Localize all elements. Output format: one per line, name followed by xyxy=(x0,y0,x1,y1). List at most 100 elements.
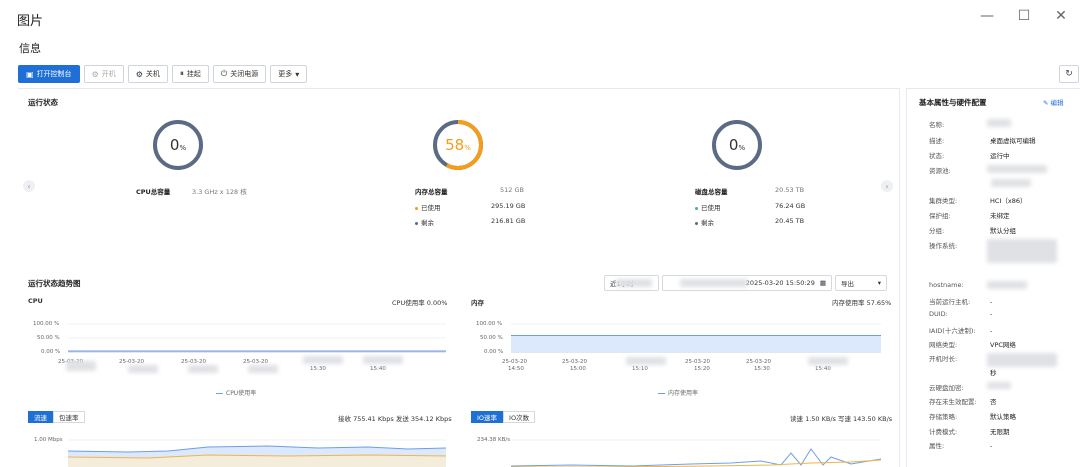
property-key: 分组: xyxy=(929,227,945,235)
io-tabs: IO速率 IO次数 xyxy=(471,411,536,423)
memory-free-value: 216.81 GB xyxy=(491,217,526,225)
property-value: 秒 xyxy=(990,369,997,377)
refresh-button[interactable]: ↻ xyxy=(1059,65,1079,83)
property-value: - xyxy=(990,327,993,335)
property-row: 存储策略: 默认策略 xyxy=(929,411,1079,421)
cpu-chart-title: CPU xyxy=(28,297,43,305)
memory-used-value: 295.19 GB xyxy=(491,202,526,210)
suspend-button[interactable]: ⏸ 挂起 xyxy=(171,65,209,83)
tab-io-count[interactable]: IO次数 xyxy=(503,411,536,423)
property-key: 集群类型: xyxy=(929,197,958,205)
memory-total-value: 512 GB xyxy=(500,186,524,194)
disk-total-label: 磁盘总容量 xyxy=(695,188,728,196)
property-key: 保护组: xyxy=(929,212,951,220)
property-key: IAID(十六进制): xyxy=(929,327,976,335)
property-row xyxy=(929,269,1079,277)
properties-panel: 基本属性与硬件配置 ✎ 编辑 名称: 描述: 桌面虚拟可编辑 状态: 运行中 资源池: 集群… xyxy=(906,88,1080,467)
cpu-total-label: CPU总容量 xyxy=(136,188,171,196)
redacted-area xyxy=(987,353,1057,367)
suspend-label: 挂起 xyxy=(186,70,201,78)
prev-arrow-icon[interactable]: ‹ xyxy=(23,180,35,192)
power-on-button[interactable]: ⚙ 开机 xyxy=(83,65,124,83)
disk-used-label: 已使用 xyxy=(695,202,721,212)
property-key: 状态: xyxy=(929,152,945,160)
redacted-area xyxy=(616,279,652,287)
redacted-area xyxy=(188,365,218,373)
redacted-area xyxy=(808,357,848,365)
property-value: HCI（x86） xyxy=(990,197,1027,205)
property-key: hostname: xyxy=(929,281,964,289)
shutdown-button[interactable]: ⚙ 关机 xyxy=(127,65,168,83)
property-key: 开机时长: xyxy=(929,355,958,363)
memory-x-time: 14:50 xyxy=(508,366,524,372)
cpu-x-time: 15:40 xyxy=(370,366,386,372)
status-title: 运行状态 xyxy=(28,98,58,107)
cpu-gauge: 0% xyxy=(151,118,205,172)
open-console-button[interactable]: ▣ 打开控制台 xyxy=(18,65,80,83)
disk-free-value: 20.45 TB xyxy=(775,217,805,225)
memory-total-label: 内存总容量 xyxy=(415,188,448,196)
title-bar: 图片 — ☐ ✕ xyxy=(0,0,1080,34)
redacted-area xyxy=(987,281,1027,289)
tab-packet-rate[interactable]: 包速率 xyxy=(53,411,85,423)
property-row: 状态: 运行中 xyxy=(929,150,1079,160)
property-key: 描述: xyxy=(929,137,945,145)
property-value: 默认策略 xyxy=(990,413,1016,421)
tab-flow-rate[interactable]: 流速 xyxy=(28,411,53,423)
close-icon[interactable]: ✕ xyxy=(1050,5,1072,27)
property-row: 当前运行主机: - xyxy=(929,296,1079,306)
property-value: 未绑定 xyxy=(990,212,1010,220)
power-off-button[interactable]: ⏻ 关闭电源 xyxy=(212,65,267,83)
next-arrow-icon[interactable]: › xyxy=(881,180,893,192)
net-y-tick: 1.00 Mbps xyxy=(34,437,63,443)
memory-x-time: 15:20 xyxy=(694,366,710,372)
property-value: 默认分组 xyxy=(990,227,1016,235)
redacted-area xyxy=(128,365,158,373)
minimize-icon[interactable]: — xyxy=(976,5,998,27)
property-key: 存在未生效配置: xyxy=(929,398,977,406)
more-button[interactable]: 更多 ▾ xyxy=(270,65,308,83)
memory-x-time: 15:10 xyxy=(632,366,648,372)
pause-icon: ⏸ xyxy=(179,69,184,78)
maximize-icon[interactable]: ☐ xyxy=(1013,5,1035,27)
net-tabs: 流速 包速率 xyxy=(28,411,85,423)
tab-io-rate[interactable]: IO速率 xyxy=(471,411,504,423)
disk-gauge-value: 0% xyxy=(728,136,746,154)
open-console-label: 打开控制台 xyxy=(36,70,72,78)
property-key: 资源池: xyxy=(929,167,951,175)
export-select[interactable]: 导出 ▾ xyxy=(835,275,887,291)
property-key: 存储策略: xyxy=(929,413,958,421)
redacted-area xyxy=(626,357,666,365)
property-key: 属性: xyxy=(929,442,945,450)
properties-title: 基本属性与硬件配置 xyxy=(919,98,987,107)
property-key: 当前运行主机: xyxy=(929,298,971,306)
memory-gauge: 58% xyxy=(431,118,485,172)
property-row: 集群类型: HCI（x86） xyxy=(929,195,1079,205)
memory-y-tick: 100.00 % xyxy=(476,321,503,327)
redacted-area xyxy=(680,279,748,287)
memory-x-tick: 25-03-20 xyxy=(562,359,587,365)
toolbar: ▣ 打开控制台 ⚙ 开机 ⚙ 关机 ⏸ 挂起 ⏻ 关闭电源 更多 ▾ xyxy=(18,65,308,83)
redacted-area xyxy=(66,361,96,371)
cpu-total-value: 3.3 GHz x 128 核 xyxy=(192,188,247,196)
io-read-line xyxy=(511,448,881,467)
property-value: VPC网络 xyxy=(990,341,1016,349)
property-key: 名称: xyxy=(929,121,945,129)
memory-y-tick: 50.00 % xyxy=(480,335,503,341)
pencil-icon: ✎ xyxy=(1043,99,1049,107)
property-key: 网络类型: xyxy=(929,341,958,349)
edit-button[interactable]: ✎ 编辑 xyxy=(1043,97,1064,107)
property-key: 计费模式: xyxy=(929,428,958,436)
memory-usage-label: 内存使用率 57.65% xyxy=(832,299,892,307)
io-chart-plot xyxy=(511,439,881,467)
redacted-area xyxy=(991,179,1031,187)
refresh-icon: ↻ xyxy=(1065,69,1073,79)
cpu-usage-label: CPU使用率 0.00% xyxy=(392,299,448,307)
memory-chart-title: 内存 xyxy=(471,299,484,307)
window-title: 图片 xyxy=(17,14,44,29)
disk-used-value: 76.24 GB xyxy=(775,202,806,210)
calendar-icon: ▦ xyxy=(819,279,826,287)
memory-x-time: 15:30 xyxy=(754,366,770,372)
io-summary: 读速 1.50 KB/s 写速 143.50 KB/s xyxy=(790,415,893,423)
cpu-y-tick: 0.00 % xyxy=(41,349,61,355)
